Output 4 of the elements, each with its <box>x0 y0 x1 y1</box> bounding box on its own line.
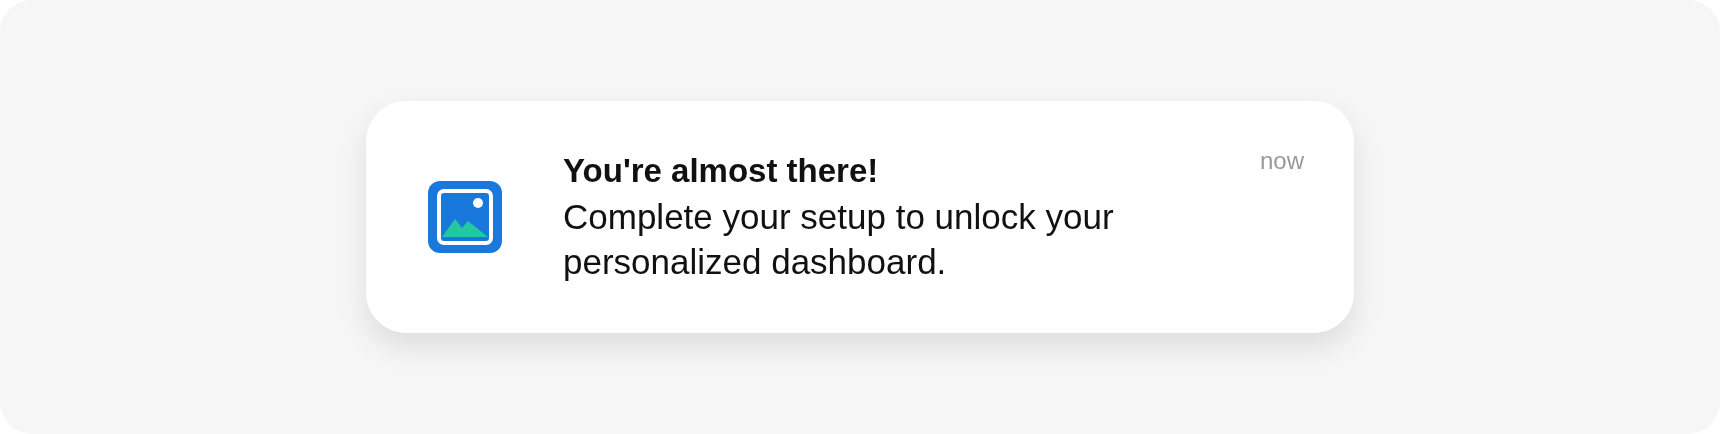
notification-title: You're almost there! <box>563 151 880 191</box>
image-icon <box>428 181 502 253</box>
notification-time: now <box>1259 147 1304 175</box>
notification-message: Complete your setup to unlock your personalized dashboard. <box>563 196 1115 283</box>
